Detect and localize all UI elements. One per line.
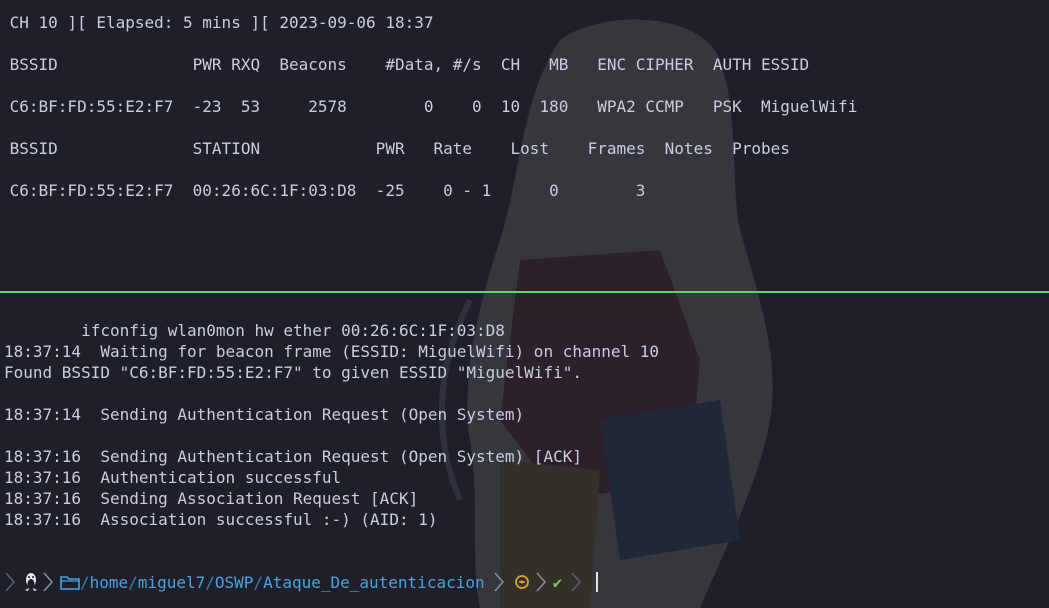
aireplay-pane[interactable]: ifconfig wlan0mon hw ether 00:26:6C:1F:0…	[0, 293, 1049, 608]
prompt-separator-icon	[5, 572, 16, 592]
log-line: 18:37:16 Sending Authentication Request …	[4, 447, 582, 466]
airodump-status-line: CH 10 ][ Elapsed: 5 mins ][ 2023-09-06 1…	[0, 13, 434, 32]
log-line: 18:37:14 Sending Authentication Request …	[4, 405, 525, 424]
station-table-row: C6:BF:FD:55:E2:F7 00:26:6C:1F:03:D8 -25 …	[0, 181, 646, 200]
command-line: ifconfig wlan0mon hw ether 00:26:6C:1F:0…	[4, 321, 505, 340]
prompt-separator-icon	[43, 572, 54, 592]
log-line: 18:37:16 Association successful :-) (AID…	[4, 510, 438, 529]
shell-prompt[interactable]: / home / miguel7/OSWP / Ataque_De_autenticaci…	[4, 571, 599, 593]
log-line: Found BSSID "C6:BF:FD:55:E2:F7" to given…	[4, 363, 582, 382]
linux-tux-icon	[25, 573, 37, 591]
aireplay-output: ifconfig wlan0mon hw ether 00:26:6C:1F:0…	[4, 320, 659, 530]
success-check-icon: ✔	[552, 572, 563, 592]
log-line: 18:37:14 Waiting for beacon frame (ESSID…	[4, 342, 660, 361]
coffee-icon	[514, 575, 529, 589]
path-part-oswp: OSWP	[214, 572, 254, 592]
ap-table-header: BSSID PWR RXQ Beacons #Data, #/s CH MB E…	[0, 55, 810, 74]
folder-icon	[60, 576, 80, 590]
text-cursor[interactable]	[596, 572, 599, 592]
path-part-home: home	[89, 572, 129, 592]
airodump-output: CH 10 ][ Elapsed: 5 mins ][ 2023-09-06 1…	[0, 12, 858, 201]
prompt-status-segment: ✔	[509, 571, 587, 593]
ap-table-row: C6:BF:FD:55:E2:F7 -23 53 2578 0 0 10 180…	[0, 97, 858, 116]
prompt-path-segment: / home / miguel7/OSWP / Ataque_De_autenticaci…	[60, 571, 509, 593]
station-table-header: BSSID STATION PWR Rate Lost Frames Notes…	[0, 139, 790, 158]
prompt-separator-icon	[571, 572, 582, 592]
path-part-current: Ataque_De_autenticacion	[263, 572, 485, 592]
prompt-os-segment	[4, 571, 56, 593]
prompt-separator-icon	[536, 572, 546, 592]
path-part-user: miguel7	[137, 572, 206, 592]
log-line: 18:37:16 Sending Association Request [AC…	[4, 489, 419, 508]
airodump-pane[interactable]: CH 10 ][ Elapsed: 5 mins ][ 2023-09-06 1…	[0, 0, 1049, 291]
log-line: 18:37:16 Authentication successful	[4, 468, 342, 487]
prompt-separator-icon	[494, 572, 504, 592]
